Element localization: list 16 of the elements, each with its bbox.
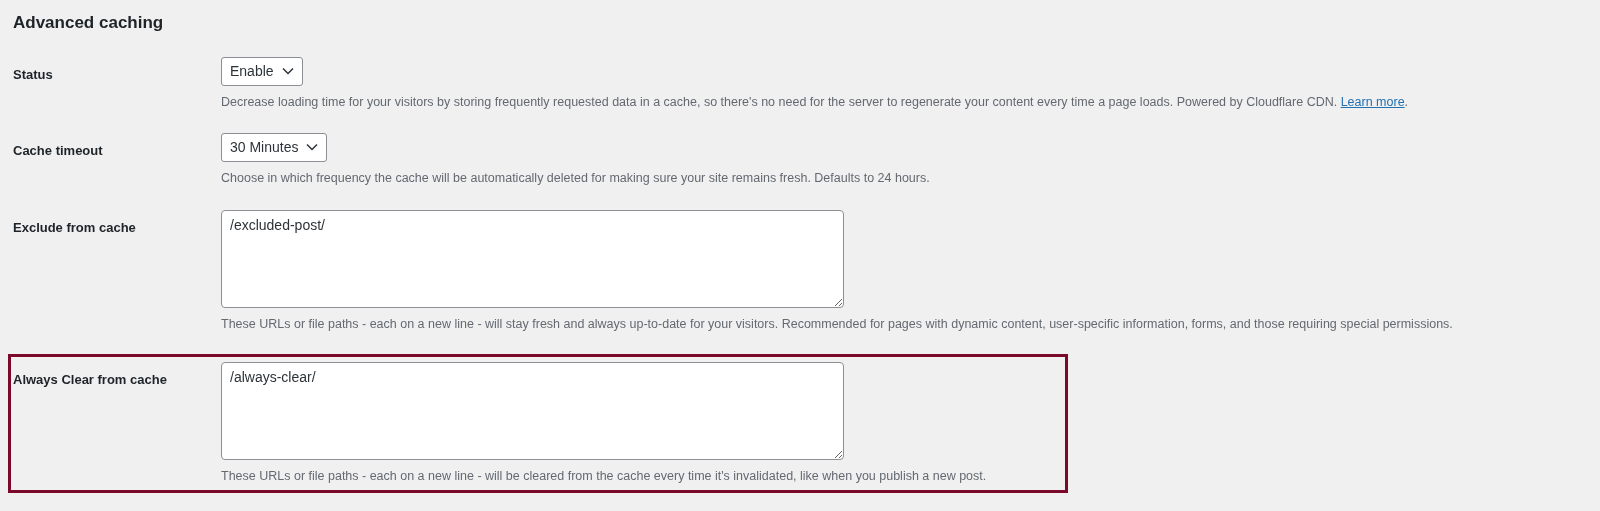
field-label: Cache timeout [13,142,103,158]
field-label: Status [13,66,53,82]
chevron-down-icon [306,143,319,151]
help-text: Choose in which frequency the cache will be automatically deleted for making sure your site remains fresh. Defaults to 24 hours. [221,169,930,186]
learn-more-link[interactable]: Learn more [1340,94,1405,109]
dropdown[interactable]: Enable [221,56,303,86]
section-title: Advanced caching [13,12,165,34]
dropdown[interactable]: 30 Minutes [221,132,328,162]
chevron-down-icon [281,67,294,75]
help-text: These URLs or file paths - each on a new line - will stay fresh and always up-to-date for your visitors. Recommended for pages with dynamic content, user-specific information, forms, and those requiring special permissions. [221,315,1453,332]
help-text: Decrease loading time for your visitors by storing frequently requested data in a cache, so there's no need for the server to regenerate your content every time a page loads. Powered by Cloudflare CDN. Learn more. [221,93,1409,110]
text-area[interactable]: /always-clear/ [221,361,844,460]
help-text: These URLs or file paths - each on a new line - will be cleared from the cache every time it's invalidated, like when you publish a new post. [221,467,987,484]
text-area[interactable]: /excluded-post/ [221,209,844,308]
field-label: Exclude from cache [13,219,136,235]
field-label: Always Clear from cache [13,371,167,387]
